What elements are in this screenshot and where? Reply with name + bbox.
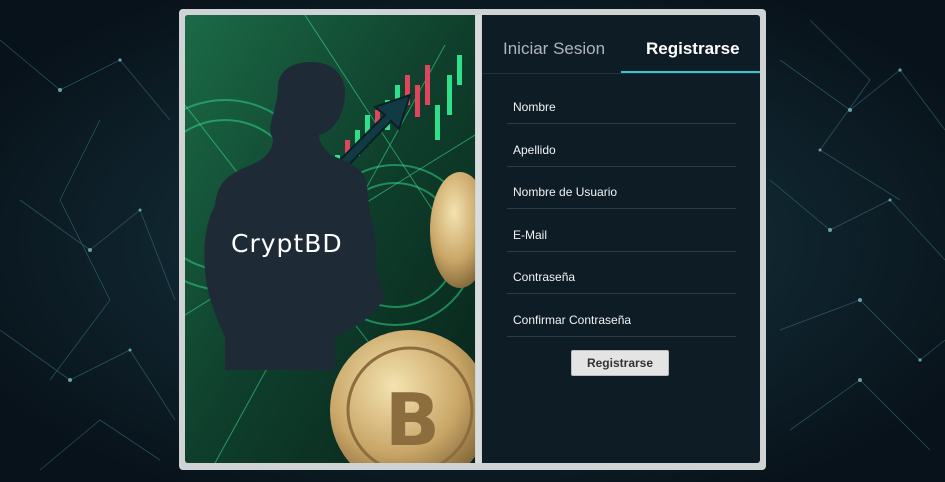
brand-logo: CryptBD xyxy=(231,229,343,258)
registrarse-button[interactable]: Registrarse xyxy=(571,350,669,376)
usuario-field[interactable]: Nombre de Usuario xyxy=(507,167,736,209)
auth-card: B CryptBD Iniciar Sesion Registrarse Nom… xyxy=(179,9,766,470)
auth-tabs: Iniciar Sesion Registrarse xyxy=(482,15,760,74)
hero-image: B CryptBD xyxy=(185,15,475,463)
usuario-placeholder: Nombre de Usuario xyxy=(513,185,618,199)
confirm-password-placeholder: Confirmar Contraseña xyxy=(513,313,632,327)
password-field[interactable]: Contraseña xyxy=(507,252,736,294)
tab-iniciar-sesion[interactable]: Iniciar Sesion xyxy=(503,39,605,59)
email-placeholder: E-Mail xyxy=(513,228,548,242)
nombre-placeholder: Nombre xyxy=(513,100,556,114)
nombre-field[interactable]: Nombre xyxy=(507,82,736,124)
register-panel: Iniciar Sesion Registrarse Nombre Apelli… xyxy=(482,15,760,463)
apellido-field[interactable]: Apellido xyxy=(507,125,736,167)
svg-text:B: B xyxy=(385,378,440,462)
panel-divider xyxy=(476,15,481,463)
active-tab-indicator xyxy=(621,71,760,73)
tabs-baseline xyxy=(482,73,760,74)
tab-registrarse[interactable]: Registrarse xyxy=(646,39,740,59)
confirm-password-field[interactable]: Confirmar Contraseña xyxy=(507,295,736,337)
email-field[interactable]: E-Mail xyxy=(507,210,736,252)
password-placeholder: Contraseña xyxy=(513,270,576,284)
apellido-placeholder: Apellido xyxy=(513,143,556,157)
